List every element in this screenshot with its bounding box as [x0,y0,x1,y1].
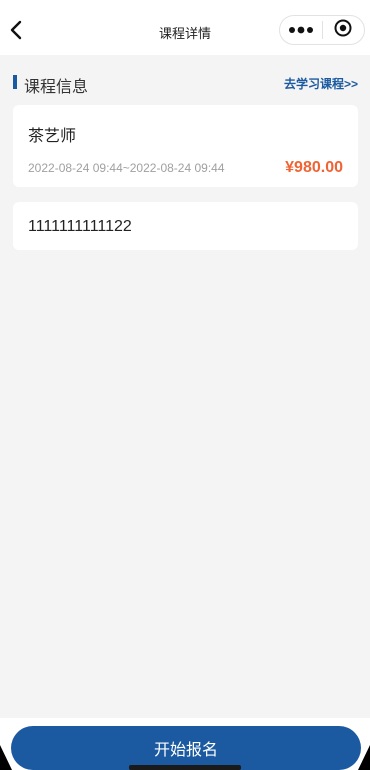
section-accent-bar [13,75,17,89]
course-detail-page: 课程详情 课程信息 去学习课程>> 茶艺师 2022-08-24 09:44~2… [0,0,370,770]
course-info-header: 课程信息 去学习课程>> [13,72,358,96]
more-dots-icon [289,21,313,39]
target-circle-icon [334,19,352,42]
course-time-range: 2022-08-24 09:44~2022-08-24 09:44 [28,161,225,175]
course-description-card: 1111111111122 [13,202,358,250]
close-mini-program-button[interactable] [323,15,364,45]
mini-program-capsule [279,15,365,45]
go-study-link[interactable]: 去学习课程>> [284,75,358,92]
more-button[interactable] [280,15,322,45]
start-signup-button[interactable]: 开始报名 [11,726,361,770]
home-indicator[interactable] [129,765,241,770]
course-price: ¥980.00 [285,159,343,176]
section-title: 课程信息 [24,79,89,96]
bottom-action-bar: 开始报名 [0,718,370,770]
navigation-bar: 课程详情 [0,0,370,55]
course-description: 1111111111122 [28,218,132,235]
course-name: 茶艺师 [28,128,77,145]
course-card: 茶艺师 2022-08-24 09:44~2022-08-24 09:44 ¥9… [13,105,358,187]
